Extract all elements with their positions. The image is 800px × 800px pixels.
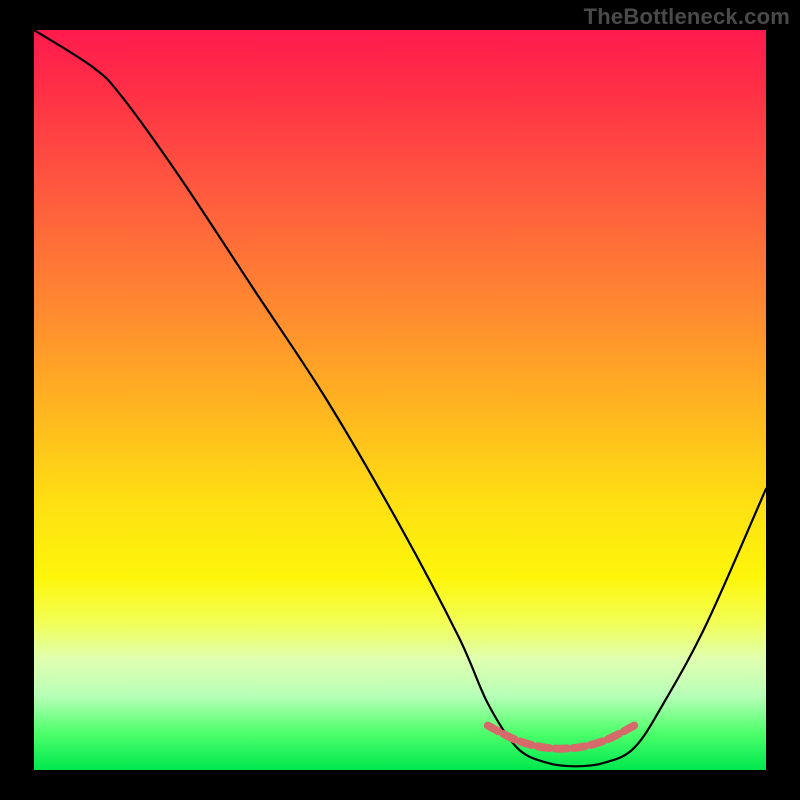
- watermark-text: TheBottleneck.com: [584, 4, 790, 30]
- curve-svg: [34, 30, 766, 770]
- plot-area: [34, 30, 766, 770]
- chart-stage: TheBottleneck.com: [0, 0, 800, 800]
- optimal-band-marker: [488, 726, 634, 749]
- bottleneck-curve: [34, 30, 766, 766]
